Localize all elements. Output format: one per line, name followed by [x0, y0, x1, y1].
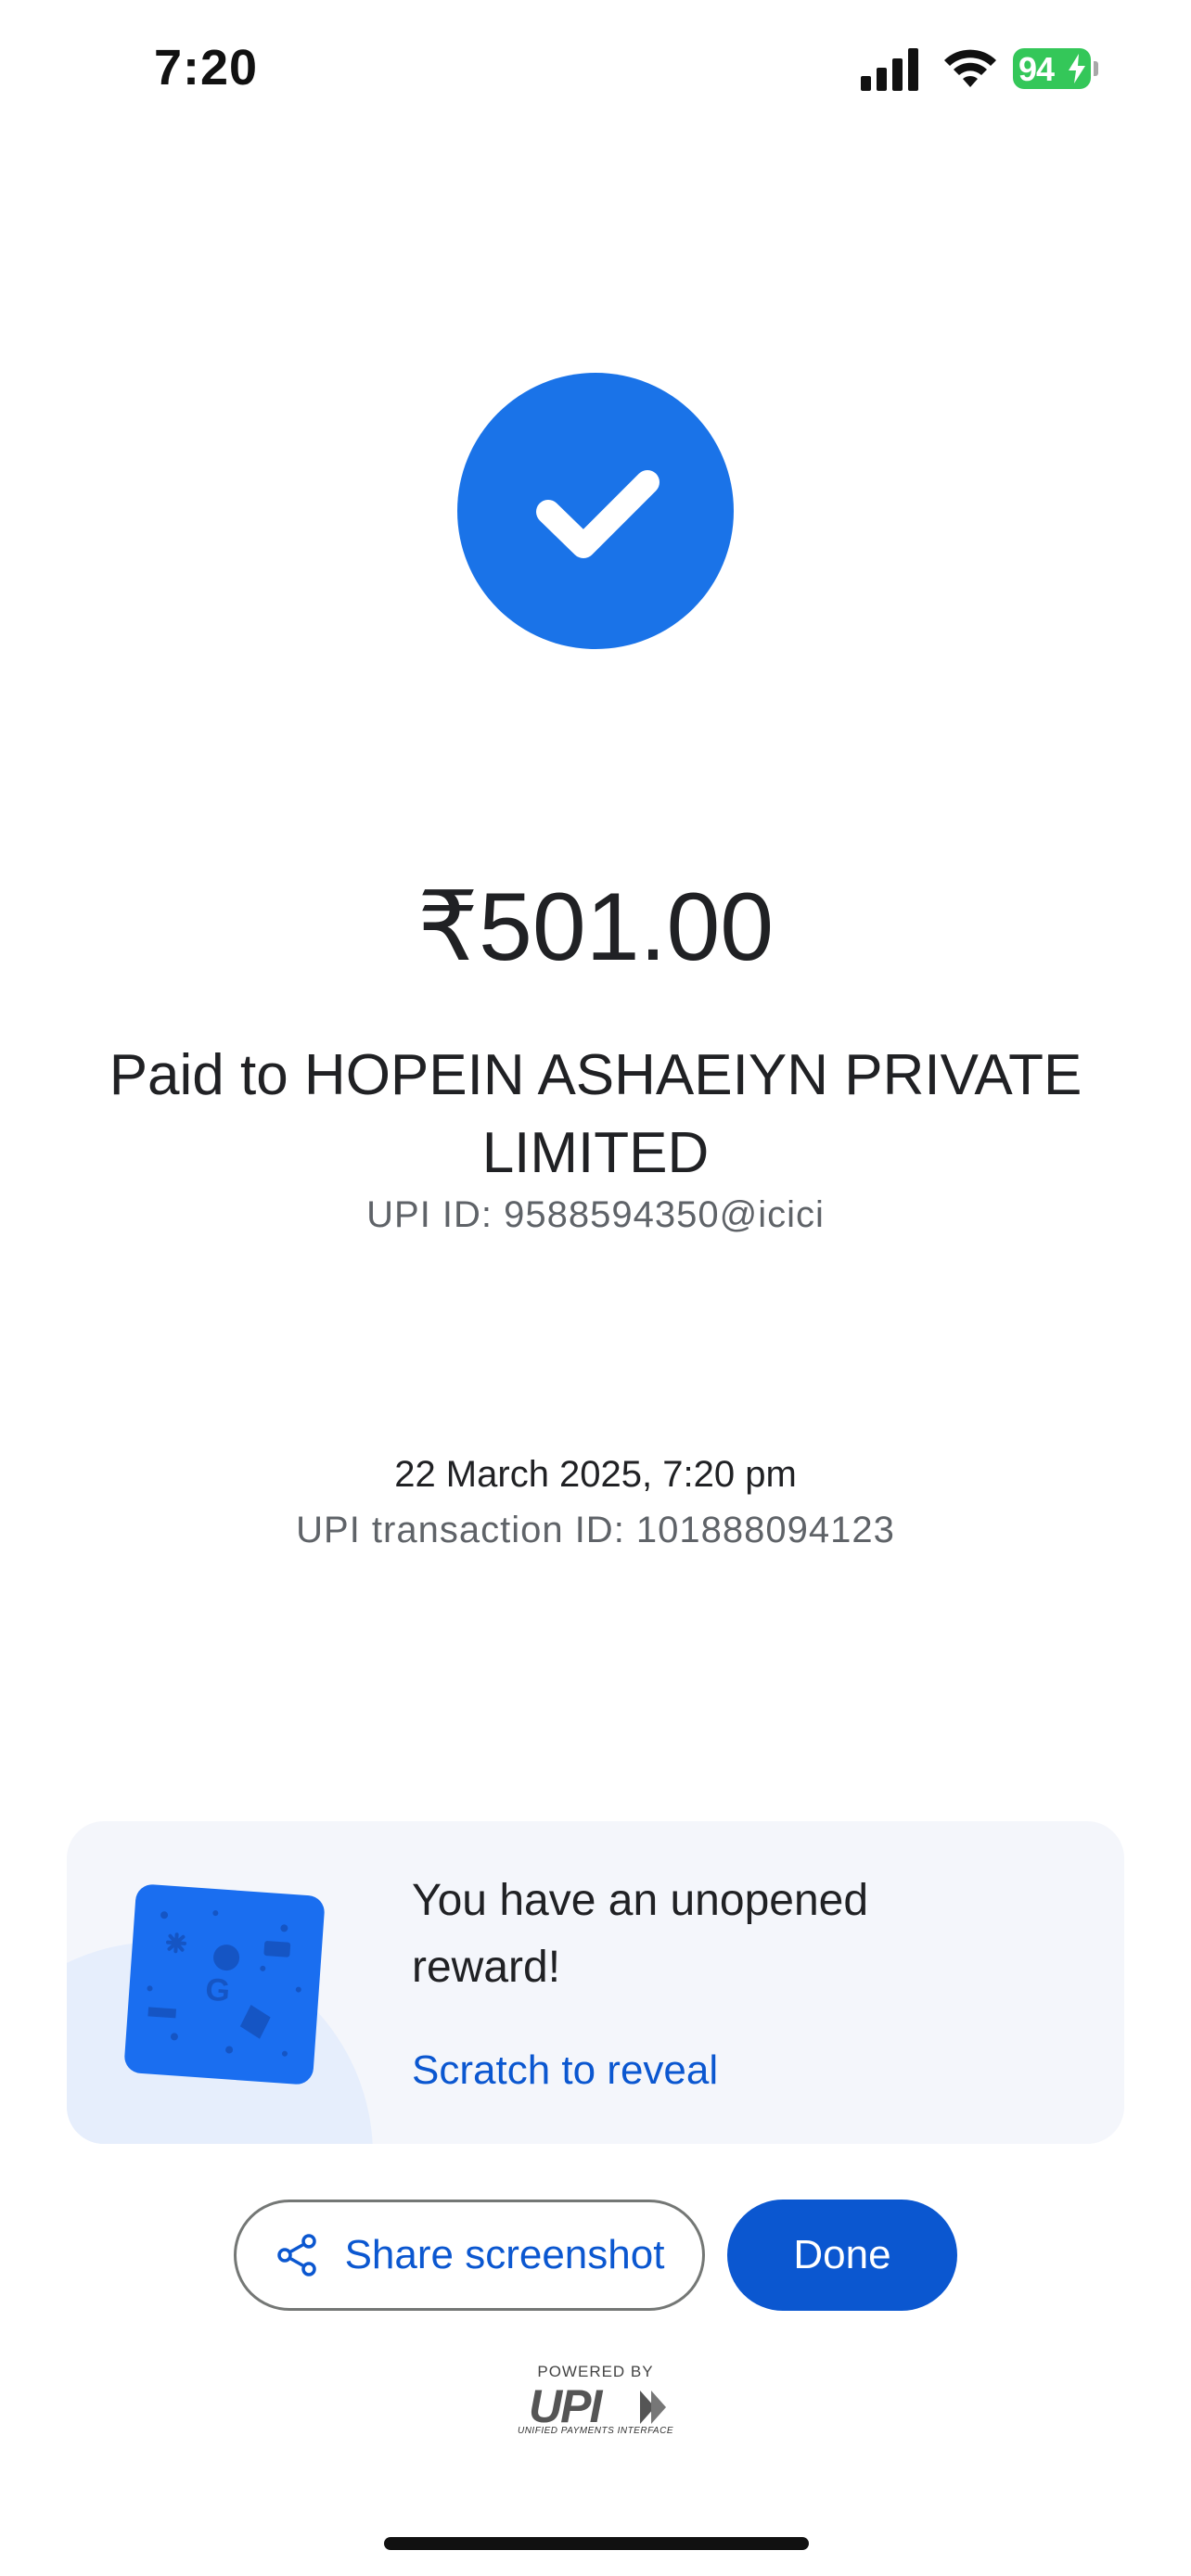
scratch-card-icon: G: [124, 1884, 325, 2085]
home-indicator[interactable]: [384, 2537, 809, 2550]
battery-charging-icon: 94: [1013, 48, 1098, 89]
svg-text:UPI: UPI: [529, 2381, 603, 2432]
battery-level: 94: [1018, 50, 1055, 88]
reward-card[interactable]: G You have an unopened reward! Scratch t…: [67, 1821, 1124, 2144]
success-check-icon: [457, 373, 734, 649]
signal-icon: [861, 48, 918, 91]
powered-by-label: POWERED BY: [537, 2363, 654, 2380]
share-screenshot-label: Share screenshot: [344, 2232, 665, 2277]
transaction-datetime: 22 March 2025, 7:20 pm: [394, 1454, 797, 1495]
reward-title: You have an unopened reward!: [412, 1876, 869, 1992]
transaction-id: UPI transaction ID: 101888094123: [296, 1510, 895, 1550]
payee-name: Paid to HOPEIN ASHAEIYN PRIVATE LIMITED: [109, 1043, 1082, 1185]
scratch-to-reveal-link[interactable]: Scratch to reveal: [412, 2047, 718, 2094]
done-button[interactable]: Done: [727, 2200, 957, 2311]
svg-text:G: G: [204, 1972, 231, 2009]
amount: ₹501.00: [416, 874, 775, 981]
upi-id: UPI ID: 9588594350@icici: [366, 1194, 825, 1235]
share-icon: [276, 2234, 316, 2276]
done-label: Done: [793, 2232, 891, 2277]
status-time: 7:20: [154, 40, 259, 96]
share-screenshot-button[interactable]: Share screenshot: [234, 2200, 705, 2311]
upi-subtitle: UNIFIED PAYMENTS INTERFACE: [517, 2426, 673, 2436]
wifi-icon: [944, 49, 996, 87]
